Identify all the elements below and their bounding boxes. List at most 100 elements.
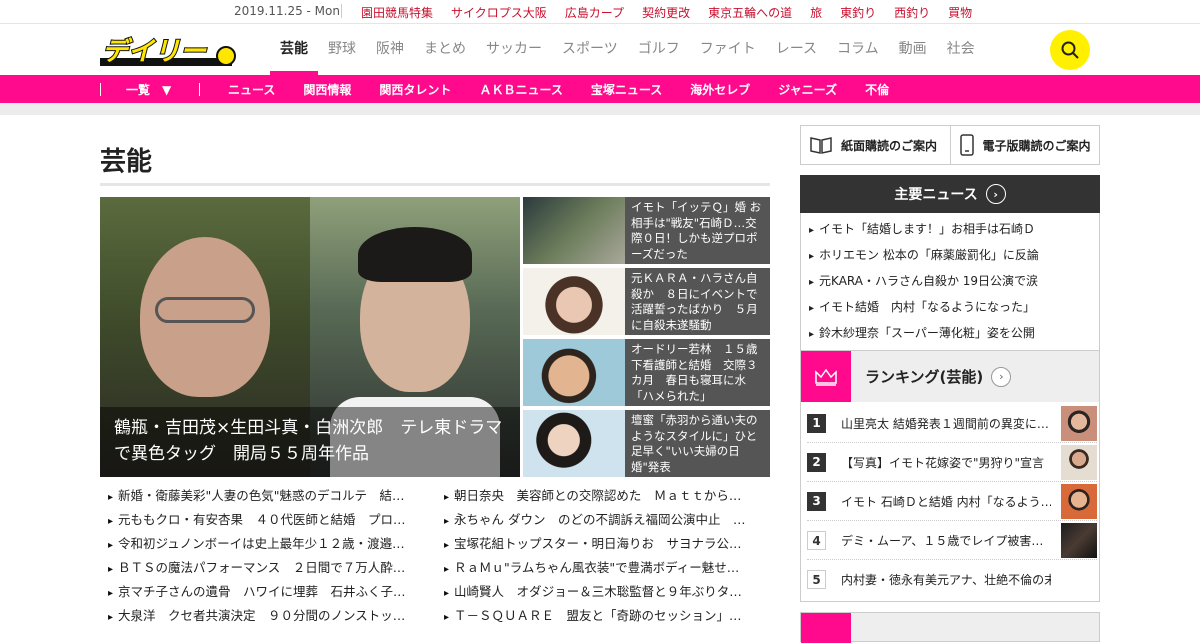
ranking-item[interactable]: 1 山里亮太 結婚発表１週間前の異変に… [807, 404, 1097, 443]
headline-item[interactable]: 宝塚花組トップスター・明日海りお サヨナラ公… [444, 536, 760, 554]
ranking-item[interactable]: 3 イモト 石崎Ｄと結婚 内村「なるよう… [807, 482, 1097, 521]
chevron-right-icon: › [985, 184, 1006, 204]
main-news-title: 主要ニュース [894, 187, 978, 203]
side-news-item[interactable]: 元ＫＡＲＡ・ハラさん自殺か ８日にイベントで活躍誓ったばかり ５月に自殺未遂騒動 [523, 268, 770, 335]
main-news-box: 主要ニュース › イモト「結婚します！」お相手は石崎Ｄ ホリエモン 松本の「麻薬… [800, 175, 1100, 376]
glasses-shape [155, 297, 255, 323]
nav-race[interactable]: レース [766, 24, 827, 75]
nav-soccer[interactable]: サッカー [476, 24, 552, 75]
news-thumbnail [523, 197, 625, 264]
chevron-right-icon: › [991, 366, 1012, 387]
headline-item[interactable]: 京マチ子さんの遺骨 ハワイに埋葬 石井ふく子… [108, 584, 424, 602]
side-news-item[interactable]: イモト「イッテＱ」婚 お相手は"戦友"石崎Ｄ…交際０日！しかも逆プロポーズだった [523, 197, 770, 264]
hero-person-2-hair [358, 227, 472, 282]
daily-logo[interactable]: デイリー [100, 32, 240, 68]
top-link[interactable]: 旅 [810, 4, 822, 21]
crown-icon [815, 368, 837, 386]
headline-item[interactable]: 令和初ジュノンボーイは史上最年少１２歳・渡邉… [108, 536, 424, 554]
main-news-item[interactable]: 鈴木紗理奈「スーパー薄化粧」姿を公開 [809, 321, 1099, 347]
side-news-item[interactable]: オードリー若林 １５歳下看護師と結婚 交際３カ月 春日も寝耳に水「ハメられた」 [523, 339, 770, 406]
logo-text: デイリー [102, 37, 207, 67]
news-thumbnail [523, 268, 625, 335]
news-thumbnail [523, 339, 625, 406]
list-all-dropdown[interactable]: 一覧 ▼ [126, 81, 171, 98]
headline-item[interactable]: 朝日奈央 美容師との交際認めた Ｍａｔｔから… [444, 488, 760, 506]
rank-thumbnail [1061, 523, 1097, 558]
main-news-item[interactable]: イモト結婚 内村「なるようになった」 [809, 295, 1099, 321]
nav-geino[interactable]: 芸能 [270, 24, 318, 75]
nav-society[interactable]: 社会 [937, 24, 985, 75]
nav-hanshin[interactable]: 阪神 [366, 24, 414, 75]
headline-item[interactable]: 永ちゃん ダウン のどの不調訴え福岡公演中止 … [444, 512, 760, 530]
side-news-text: オードリー若林 １５歳下看護師と結婚 交際３カ月 春日も寝耳に水「ハメられた」 [631, 342, 758, 403]
main-news-item[interactable]: 元KARA・ハラさん自殺か 19日公演で涙 [809, 269, 1099, 295]
nav-sports[interactable]: スポーツ [552, 24, 628, 75]
rank-number: 3 [807, 492, 826, 511]
ranking-item[interactable]: 4 デミ・ムーア、１５歳でレイプ被害… [807, 521, 1097, 560]
nav-baseball[interactable]: 野球 [318, 24, 366, 75]
sub-nav: 一覧 ▼ ニュース 関西情報 関西タレント ＡＫＢニュース 宝塚ニュース 海外セ… [0, 75, 1200, 103]
headline-item[interactable]: ＲａＭｕ"ラムちゃん風衣装"で豊満ボディー魅せ… [444, 560, 760, 578]
nav-video[interactable]: 動画 [889, 24, 937, 75]
main-news-header[interactable]: 主要ニュース › [800, 175, 1100, 213]
headline-item[interactable]: ＢＴＳの魔法パフォーマンス ２日間で７万人酔… [108, 560, 424, 578]
subscribe-paper-button[interactable]: 紙面購読のご案内 [801, 126, 950, 164]
hero-article[interactable]: 鶴瓶・吉田茂×生田斗真・白洲次郎 テレ東ドラマで異色タッグ 開局５５周年作品 [100, 197, 520, 477]
main-news-item[interactable]: ホリエモン 松本の「麻薬厳罰化」に反論 [809, 243, 1099, 269]
subscribe-digital-button[interactable]: 電子版購読のご案内 [949, 126, 1100, 164]
top-link[interactable]: サイクロプス大阪 [451, 4, 547, 21]
headline-item[interactable]: Ｔ－ＳＱＵＡＲＥ 盟友と「奇跡のセッション」… [444, 608, 760, 626]
top-link[interactable]: 西釣り [894, 4, 930, 21]
top-link[interactable]: 契約更改 [642, 4, 690, 21]
subnav-item[interactable]: ＡＫＢニュース [479, 81, 562, 98]
headline-item[interactable]: 元ももクロ・有安杏果 ４０代医師と結婚 プロ… [108, 512, 424, 530]
top-link[interactable]: 東釣り [840, 4, 876, 21]
top-utility-bar: 2019.11.25 - Mon 園田競馬特集 サイクロプス大阪 広島カープ 契… [0, 0, 1200, 24]
top-link[interactable]: 東京五輪への道 [708, 4, 792, 21]
ranking-title: ランキング(芸能) [865, 368, 984, 386]
nav-matome[interactable]: まとめ [414, 24, 476, 75]
site-header: デイリー 芸能 野球 阪神 まとめ サッカー スポーツ ゴルフ ファイト レース… [0, 24, 1200, 75]
rank-number: 1 [807, 414, 826, 433]
rank-text: 山里亮太 結婚発表１週間前の異変に… [841, 417, 1049, 431]
subnav-item[interactable]: 不倫 [865, 81, 889, 98]
ranking-item[interactable]: 5 内村妻・徳永有美元アナ、壮絶不倫の末離… [807, 560, 1097, 599]
rank-thumbnail [1061, 445, 1097, 480]
subnav-item[interactable]: 関西タレント [379, 81, 451, 98]
divider [199, 83, 200, 96]
side-news-item[interactable]: 壇蜜「赤羽から通い夫のようなスタイルに」ひと足早く"いい夫婦の日婚"発表 [523, 410, 770, 477]
rank-text: 【写真】イモト花嫁姿で"男狩り"宣言 [841, 456, 1045, 470]
rank-number: 2 [807, 453, 826, 472]
rank-text: イモト 石崎Ｄと結婚 内村「なるよう… [841, 495, 1051, 509]
side-news-text: 壇蜜「赤羽から通い夫のようなスタイルに」ひと足早く"いい夫婦の日婚"発表 [631, 413, 758, 474]
subscribe-box: 紙面購読のご案内 電子版購読のご案内 [800, 125, 1100, 165]
subscribe-paper-label: 紙面購読のご案内 [841, 138, 938, 153]
subnav-item[interactable]: 関西情報 [303, 81, 351, 98]
subnav-item[interactable]: 海外セレブ [690, 81, 750, 98]
main-news-item[interactable]: イモト「結婚します！」お相手は石崎Ｄ [809, 217, 1099, 243]
rank-number: 4 [807, 531, 826, 550]
book-icon [810, 137, 832, 154]
divider [341, 4, 342, 18]
nav-golf[interactable]: ゴルフ [628, 24, 690, 75]
subnav-item[interactable]: ジャニーズ [778, 81, 837, 98]
search-button[interactable] [1050, 30, 1090, 70]
subnav-item[interactable]: 宝塚ニュース [591, 81, 662, 98]
headline-item[interactable]: 山崎賢人 オダジョー＆三木聡監督と９年ぶりタ… [444, 584, 760, 602]
ranking-item[interactable]: 2 【写真】イモト花嫁姿で"男狩り"宣言 [807, 443, 1097, 482]
headline-item[interactable]: 大泉洋 クセ者共演決定 ９０分間のノンストッ… [108, 608, 424, 626]
page-title: 芸能 [100, 147, 153, 177]
top-link[interactable]: 広島カープ [565, 4, 624, 21]
nav-column[interactable]: コラム [827, 24, 889, 75]
hero-caption: 鶴瓶・吉田茂×生田斗真・白洲次郎 テレ東ドラマで異色タッグ 開局５５周年作品 [100, 407, 520, 477]
top-link[interactable]: 買物 [948, 4, 972, 21]
subnav-item[interactable]: ニュース [228, 81, 275, 98]
rank-text: デミ・ムーア、１５歳でレイプ被害… [841, 534, 1044, 548]
crown-icon-box [801, 351, 851, 402]
news-thumbnail [523, 410, 625, 477]
headline-item[interactable]: 新婚・衛藤美彩"人妻の色気"魅惑のデコルテ 結… [108, 488, 424, 506]
nav-fight[interactable]: ファイト [690, 24, 766, 75]
ranking-header[interactable]: ランキング(芸能) › [801, 351, 1099, 402]
sub-nav-items: ニュース 関西情報 関西タレント ＡＫＢニュース 宝塚ニュース 海外セレブ ジャ… [228, 81, 889, 98]
top-link[interactable]: 園田競馬特集 [361, 4, 433, 21]
